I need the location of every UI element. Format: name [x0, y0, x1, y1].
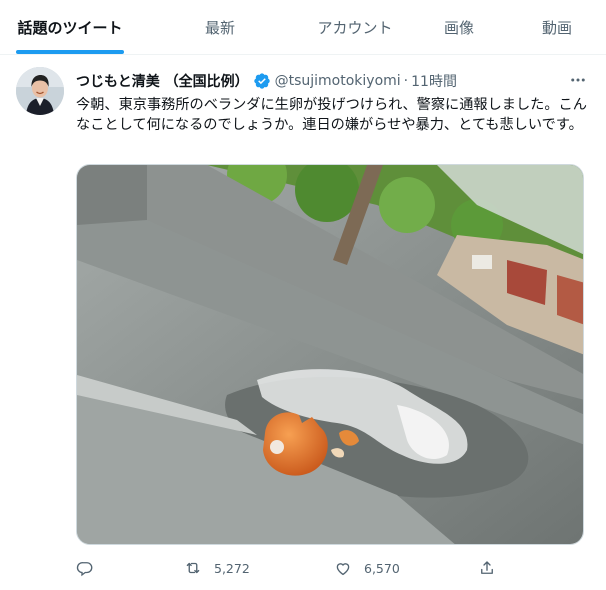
retweet-count: 5,272 [214, 560, 250, 576]
broken-egg-photo [77, 165, 583, 544]
avatar-portrait-icon [16, 67, 64, 115]
heart-icon [336, 563, 350, 576]
tab-top-label: 話題のツイート [17, 18, 123, 37]
separator-dot: · [403, 73, 409, 89]
reply-icon [76, 562, 93, 577]
tab-latest[interactable]: 最新 [140, 0, 300, 54]
tab-accounts-label: アカウント [317, 18, 393, 37]
share-button[interactable] [478, 556, 496, 580]
tab-photos[interactable]: 画像 [410, 0, 508, 54]
reply-button[interactable] [76, 556, 106, 580]
tab-top[interactable]: 話題のツイート [0, 0, 140, 54]
like-count: 6,570 [364, 560, 400, 576]
search-tab-bar: 話題のツイート 最新 アカウント 画像 動画 [0, 0, 606, 55]
tab-accounts[interactable]: アカウント [300, 0, 410, 54]
retweet-button[interactable]: 5,272 [184, 556, 250, 580]
more-options-icon[interactable] [566, 68, 590, 92]
avatar[interactable] [16, 67, 64, 115]
tab-latest-label: 最新 [204, 18, 235, 37]
user-handle[interactable]: @tsujimotokiyomi [275, 73, 401, 89]
like-button[interactable]: 6,570 [334, 556, 400, 580]
tab-videos-label: 動画 [541, 18, 572, 37]
tweet-header: つじもと清美 （全国比例） @tsujimotokiyomi · 11時間 [76, 71, 590, 91]
tab-videos[interactable]: 動画 [508, 0, 606, 54]
tweet-text: 今朝、東京事務所のベランダに生卵が投げつけられ、警察に通報しました。こんなことし… [76, 97, 587, 133]
verified-badge-icon [253, 72, 271, 90]
retweet-icon [186, 562, 200, 574]
tweet-actions: 5,272 6,570 [76, 556, 516, 580]
display-name[interactable]: つじもと清美 （全国比例） [76, 71, 249, 91]
tweet-timestamp[interactable]: 11時間 [411, 71, 457, 91]
tweet-media-photo[interactable] [76, 164, 584, 545]
active-tab-indicator [16, 50, 124, 54]
share-icon [481, 561, 493, 574]
tab-photos-label: 画像 [443, 18, 474, 37]
